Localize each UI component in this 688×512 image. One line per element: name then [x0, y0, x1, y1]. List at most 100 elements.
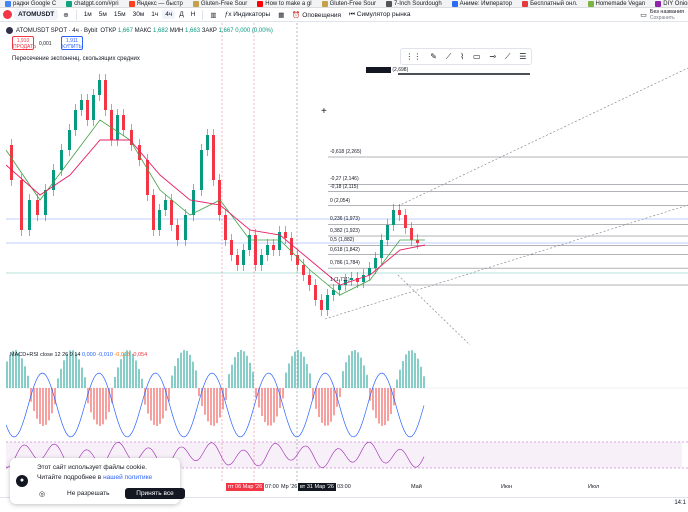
buy-button[interactable]: 1,911 КУПИТЬ	[61, 36, 83, 50]
macd-histogram-bar	[372, 388, 374, 411]
macd-histogram-bar	[147, 388, 149, 414]
macd-histogram-bar	[159, 388, 161, 424]
interval-5[interactable]: 4ч	[162, 10, 176, 19]
bookmark-item[interactable]: Яндекс — быстр	[124, 0, 188, 7]
macd-histogram-bar	[240, 350, 242, 388]
add-symbol-icon[interactable]: ⊕	[60, 10, 71, 20]
candle-body	[104, 80, 107, 110]
interval-1[interactable]: 5м	[96, 10, 110, 19]
interval-3[interactable]: 30м	[130, 10, 148, 19]
cookie-deny-button[interactable]: Не разрешать	[63, 488, 114, 499]
rectangle-icon[interactable]: ▭	[473, 52, 481, 61]
cookie-banner: ● Этот сайт использует файлы cookie. Чит…	[10, 458, 185, 504]
bookmark-item[interactable]: Homemade Vegan	[583, 0, 651, 7]
indicators-button[interactable]: ƒx Индикаторы	[222, 10, 274, 19]
time-tick: 03:00	[337, 484, 351, 490]
bookmark-item[interactable]: Gluten-Free Sour	[188, 0, 252, 7]
candle-body	[410, 228, 413, 240]
trend-line-icon[interactable]: ⟋	[446, 52, 452, 62]
macd-histogram-bar	[324, 388, 326, 426]
ray-icon[interactable]: ⟋	[505, 52, 511, 62]
bookmark-item[interactable]: Gluten-Free Sour	[317, 0, 381, 7]
macd-histogram-bar	[327, 388, 329, 426]
interval-6[interactable]: Д	[176, 10, 186, 19]
interval-0[interactable]: 1м	[81, 10, 95, 19]
macd-value-4: -0,054	[131, 352, 148, 358]
avatar[interactable]	[3, 10, 12, 19]
simulator-button[interactable]: ⏮ Симулятор рынка	[346, 10, 413, 20]
drag-handle-icon[interactable]: ⋮⋮	[405, 52, 421, 61]
bookmark-item[interactable]: DIY Onion Juice f	[650, 0, 688, 7]
macd-histogram-bar	[360, 357, 362, 388]
candle-body	[98, 80, 101, 95]
indicator-label[interactable]: Пересечение экспоненц. скользящих средни…	[12, 56, 140, 62]
macd-legend[interactable]: MACD+RSI close 12 26 9 14 0,000 -0,010 -…	[10, 352, 147, 358]
fib-level-label: 0,618 (1,842)	[330, 246, 360, 253]
candle-body	[192, 190, 195, 215]
sell-label: ПРОДАТЬ	[13, 44, 37, 50]
macd-histogram-bar	[231, 364, 233, 388]
save-button[interactable]: Без названия Сохранить	[650, 9, 684, 21]
bookmark-item[interactable]: chatgpt.com/#pri	[61, 0, 123, 7]
fib-level-label: 0 (2,054)	[330, 197, 351, 204]
fib-icon[interactable]: ☰	[519, 52, 526, 61]
bookmark-favicon-icon	[655, 0, 662, 7]
candle-body	[260, 255, 263, 265]
macd-histogram-bar	[411, 350, 413, 388]
path-icon[interactable]: ⌇	[460, 52, 464, 61]
bookmark-item[interactable]: Аниме: Император	[447, 0, 517, 7]
cookie-accept-button[interactable]: Принять все	[125, 488, 185, 499]
bookmark-item[interactable]: How to make a gl	[252, 0, 316, 7]
bookmark-label: Gluten-Free Sour	[200, 0, 248, 7]
symbol-search-button[interactable]: ATOMUSDT	[14, 9, 59, 20]
candle-body	[122, 115, 125, 130]
candle-body	[326, 295, 329, 310]
macd-histogram-bar	[288, 363, 290, 388]
candle-body	[230, 240, 233, 255]
bookmark-item[interactable]: радки Google C	[0, 0, 61, 7]
candle-body	[320, 300, 323, 310]
candle-body	[284, 232, 287, 238]
candle-body	[110, 110, 113, 140]
macd-histogram-bar	[420, 366, 422, 388]
pencil-icon[interactable]: ✎	[430, 52, 437, 61]
horizontal-line-icon[interactable]: ⊸	[489, 52, 496, 61]
macd-histogram-bar	[303, 356, 305, 388]
macd-histogram-bar	[345, 362, 347, 388]
candle-body	[248, 235, 251, 250]
chart-type-icon[interactable]: ▥	[207, 10, 219, 20]
alerts-button[interactable]: ⏰ Оповещения	[289, 10, 344, 20]
fib-level-label: 0,382 (1,923)	[330, 228, 360, 235]
macd-histogram-bar	[177, 358, 179, 388]
macd-histogram-bar	[351, 351, 353, 388]
macd-histogram-bar	[195, 370, 197, 388]
bookmark-label: How to make a gl	[265, 0, 312, 7]
sell-button[interactable]: 1,910 ПРОДАТЬ	[12, 36, 37, 50]
undo-icon[interactable]: ▭	[637, 10, 650, 20]
interval-7[interactable]: Н	[188, 10, 199, 19]
macd-name: MACD+RSI close 12 26 9 14	[10, 352, 81, 358]
macd-histogram-bar	[135, 360, 137, 388]
interval-2[interactable]: 15м	[111, 10, 129, 19]
candle-body	[380, 240, 383, 258]
save-area[interactable]: ▭ Без названия Сохранить	[637, 8, 684, 22]
macd-histogram-bar	[156, 388, 158, 426]
interval-4[interactable]: 1ч	[148, 10, 161, 19]
layout-icon[interactable]: ▦	[275, 10, 287, 20]
bookmark-favicon-icon	[385, 0, 392, 7]
time-tick: 07:00	[265, 484, 279, 490]
time-tag-start: пт 06 Мар '26	[226, 483, 265, 491]
bookmark-item[interactable]: 7-Inch Sourdough	[381, 0, 447, 7]
macd-histogram-bar	[234, 357, 236, 388]
save-subtitle: Сохранить	[649, 15, 675, 21]
macd-histogram-bar	[366, 374, 368, 388]
candle-body	[362, 275, 365, 282]
candle-body	[60, 150, 63, 170]
bookmark-item[interactable]: Бесплатный онл.	[517, 0, 582, 7]
candle-body	[20, 180, 23, 230]
cookie-policy-link[interactable]: нашей политике	[103, 474, 152, 481]
macd-histogram-bar	[24, 366, 26, 388]
candle-body	[28, 200, 31, 230]
chart-legend: ATOMUSDT SPOT · 4ч · Bybit ОТКР 1,667 МА…	[6, 27, 273, 34]
cookie-settings-icon[interactable]: ◎	[39, 490, 45, 498]
